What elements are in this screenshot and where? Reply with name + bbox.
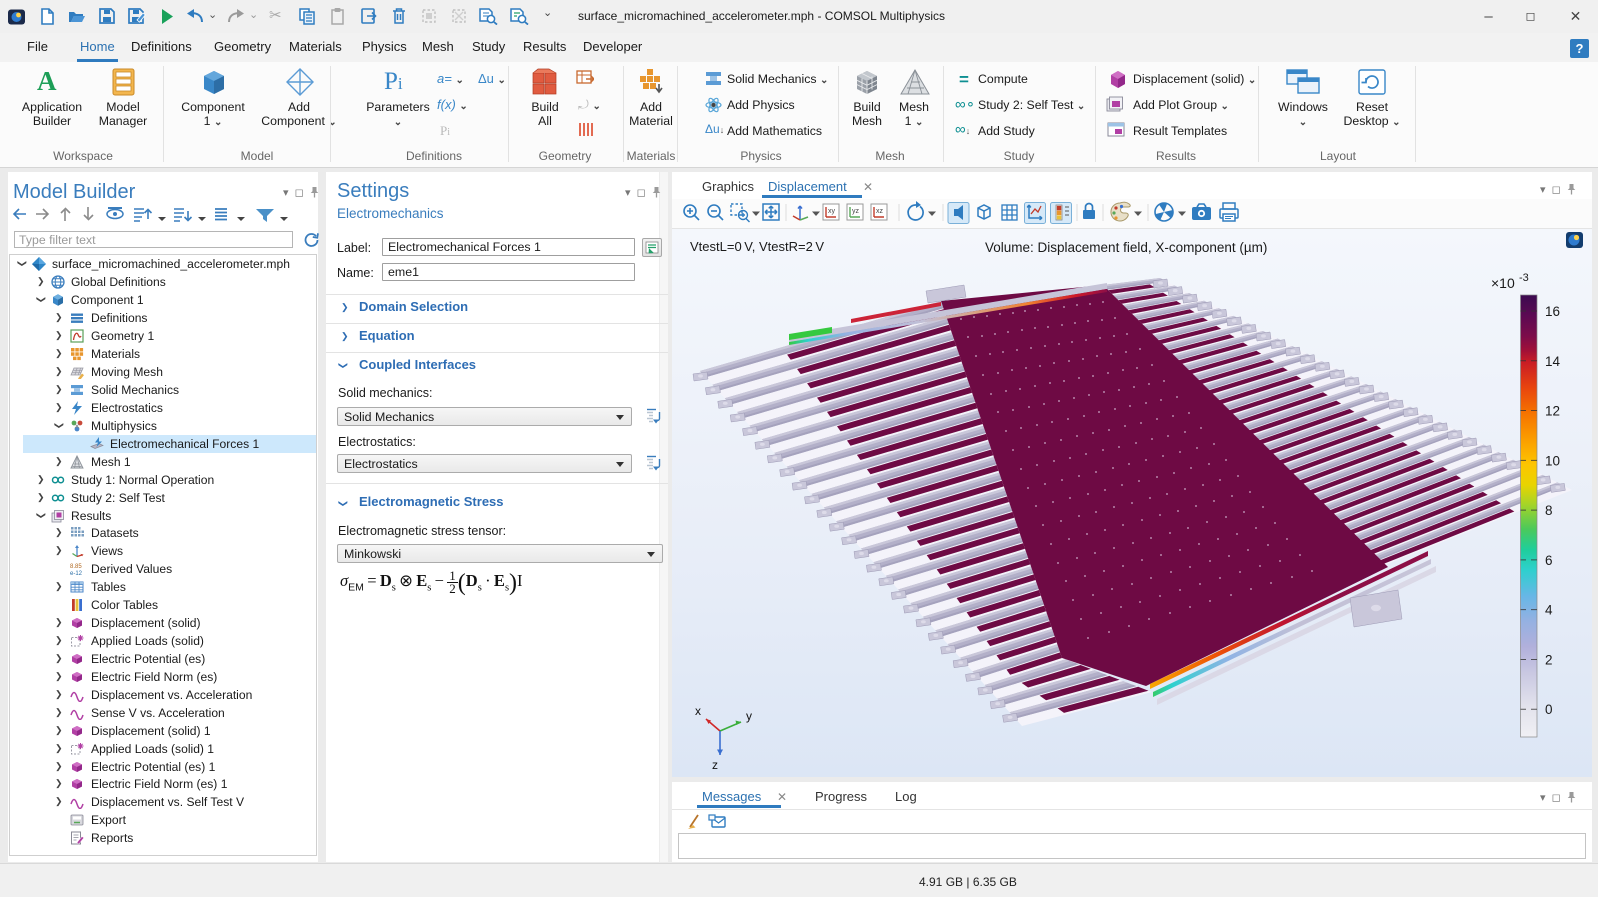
svg-text:yz: yz: [852, 208, 860, 215]
svg-text:xy: xy: [828, 208, 836, 215]
svg-text:14: 14: [1545, 354, 1561, 369]
svg-text:-3: -3: [1519, 272, 1529, 284]
svg-text:z: z: [712, 758, 718, 772]
svg-text:12: 12: [1545, 404, 1560, 419]
svg-text:x: x: [695, 704, 701, 718]
svg-text:2: 2: [1545, 653, 1553, 668]
svg-text:8.85: 8.85: [70, 564, 82, 570]
svg-text:6: 6: [1545, 553, 1553, 568]
svg-text:e-12: e-12: [70, 571, 83, 576]
svg-text:0: 0: [1545, 702, 1553, 717]
svg-text:y: y: [746, 709, 752, 723]
svg-text:16: 16: [1545, 304, 1560, 319]
svg-text:4: 4: [1545, 603, 1553, 618]
svg-text:Volume: Displacement field, X-: Volume: Displacement field, X-component …: [985, 240, 1267, 255]
svg-text:VtestL=0 V, VtestR=2 V: VtestL=0 V, VtestR=2 V: [690, 239, 824, 254]
svg-text:8: 8: [1545, 503, 1553, 518]
svg-text:xz: xz: [876, 208, 884, 215]
svg-text:×10: ×10: [1491, 275, 1515, 291]
svg-text:10: 10: [1545, 453, 1560, 468]
